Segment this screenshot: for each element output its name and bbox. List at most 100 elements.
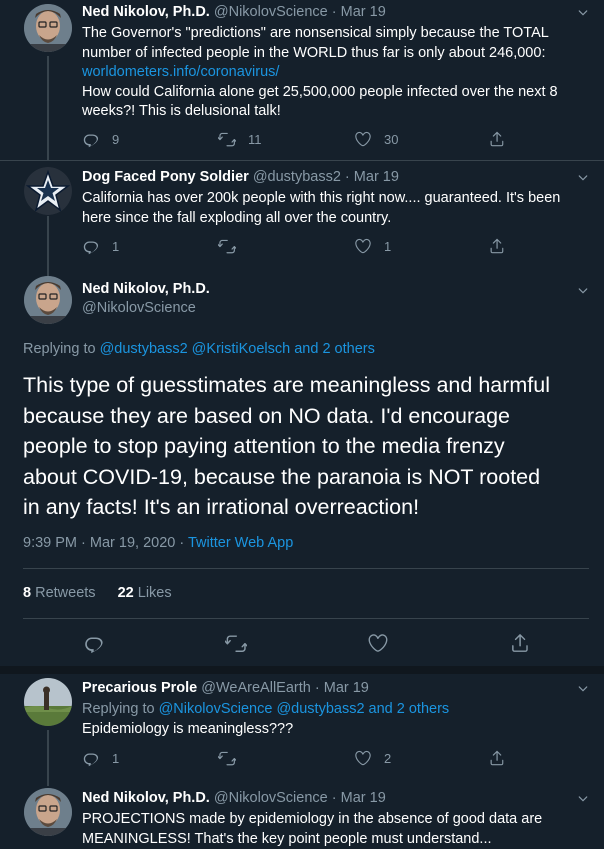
like-button[interactable]: 30	[354, 129, 398, 149]
heart-icon	[354, 130, 372, 148]
handle[interactable]: @NikolovScience	[214, 790, 328, 806]
chevron-down-icon[interactable]	[578, 286, 588, 296]
reply-button[interactable]: 1	[82, 748, 119, 768]
replying-targets[interactable]: @NikolovScience @dustybass2 and 2 others	[159, 701, 450, 717]
heart-icon[interactable]	[367, 632, 389, 654]
avatar[interactable]	[24, 276, 72, 324]
share-icon	[488, 237, 506, 255]
tweet-ned-1[interactable]: Ned Nikolov, Ph.D. @NikolovScience · Mar…	[0, 0, 604, 160]
tweet-date[interactable]: Mar 19	[354, 169, 399, 185]
replying-prefix: Replying to	[23, 341, 100, 357]
tweet-header: Precarious Prole @WeAreAllEarth · Mar 19	[82, 680, 369, 696]
text-line: How could California alone get 25,500,00…	[82, 83, 587, 103]
avatar[interactable]	[24, 678, 72, 726]
reply-count: 1	[112, 751, 119, 766]
retweets-stat[interactable]: 8 Retweets	[23, 585, 96, 601]
main-tweet: Ned Nikolov, Ph.D. @NikolovScience Reply…	[0, 262, 604, 664]
timestamp[interactable]: 9:39 PM · Mar 19, 2020 ·	[23, 535, 188, 551]
handle[interactable]: @dustybass2	[253, 169, 341, 185]
tweet-text: The Governor's "predictions" are nonsens…	[82, 24, 587, 122]
handle[interactable]: @WeAreAllEarth	[201, 680, 311, 696]
text-line: MEANINGLESS! That's the key point people…	[82, 830, 587, 849]
text-line: in any facts! It's an irrational overrea…	[23, 492, 593, 523]
reply-icon	[82, 237, 100, 255]
reply-count: 1	[112, 239, 119, 254]
chevron-down-icon[interactable]	[578, 8, 588, 18]
text-line: about COVID-19, because the paranoia is …	[23, 462, 593, 493]
tweet-actions: 1 2	[82, 748, 512, 768]
main-tweet-text: This type of guesstimates are meaningles…	[23, 370, 593, 523]
tweet-header: Ned Nikolov, Ph.D. @NikolovScience · Mar…	[82, 4, 386, 20]
replying-targets[interactable]: @dustybass2 @KristiKoelsch and 2 others	[100, 341, 375, 357]
reply-button[interactable]: 9	[82, 129, 119, 149]
separator: ·	[345, 169, 350, 185]
retweet-icon[interactable]	[225, 632, 247, 654]
retweet-button[interactable]: 11	[218, 129, 262, 149]
separator: ·	[332, 790, 337, 806]
reply-precarious-prole[interactable]: Precarious Prole @WeAreAllEarth · Mar 19…	[0, 674, 604, 780]
reply-icon[interactable]	[83, 632, 105, 654]
text-line: This type of guesstimates are meaningles…	[23, 370, 593, 401]
retweet-total: 8	[23, 585, 31, 601]
chevron-down-icon[interactable]	[578, 684, 588, 694]
separator: ·	[315, 680, 320, 696]
handle[interactable]: @NikolovScience	[82, 300, 210, 316]
text-line: California has over 200k people with thi…	[82, 189, 587, 209]
display-name[interactable]: Ned Nikolov, Ph.D.	[82, 4, 210, 20]
tweet-dog-faced[interactable]: Dog Faced Pony Soldier @dustybass2 · Mar…	[0, 161, 604, 262]
engagement-stats: 8 Retweets 22 Likes	[23, 585, 172, 601]
reply-icon	[82, 749, 100, 767]
share-icon[interactable]	[509, 632, 531, 654]
replying-to: Replying to @NikolovScience @dustybass2 …	[82, 700, 587, 720]
display-name[interactable]: Precarious Prole	[82, 680, 197, 696]
retweet-icon	[218, 237, 236, 255]
retweet-icon	[218, 130, 236, 148]
tweet-date[interactable]: Mar 19	[341, 790, 386, 806]
tweet-source[interactable]: Twitter Web App	[188, 535, 293, 551]
text-line: number of infected people in the WORLD t…	[82, 44, 587, 64]
like-button[interactable]: 1	[354, 236, 391, 256]
chevron-down-icon[interactable]	[578, 173, 588, 183]
reply-ned-2[interactable]: Ned Nikolov, Ph.D. @NikolovScience · Mar…	[0, 780, 604, 844]
text-line: The Governor's "predictions" are nonsens…	[82, 24, 587, 44]
retweet-icon	[218, 749, 236, 767]
tweet-header: Ned Nikolov, Ph.D. @NikolovScience · Mar…	[82, 790, 386, 806]
avatar[interactable]	[24, 4, 72, 52]
retweet-button[interactable]	[218, 748, 236, 768]
main-author[interactable]: Ned Nikolov, Ph.D. @NikolovScience	[82, 281, 210, 316]
retweet-count: 11	[248, 132, 262, 147]
text-line: people to stop paying attention to the m…	[23, 431, 593, 462]
display-name[interactable]: Dog Faced Pony Soldier	[82, 169, 249, 185]
avatar[interactable]	[24, 788, 72, 836]
like-total: 22	[118, 585, 134, 601]
tweet-date[interactable]: Mar 19	[324, 680, 369, 696]
text-line: because they are based on NO data. I'd e…	[23, 401, 593, 432]
handle[interactable]: @NikolovScience	[214, 4, 328, 20]
tweet-actions: 1 1	[82, 236, 512, 256]
tweet-actions: 9 11 30	[82, 129, 512, 149]
thread-line	[47, 730, 49, 786]
like-label: Likes	[138, 585, 172, 601]
display-name[interactable]: Ned Nikolov, Ph.D.	[82, 790, 210, 806]
reply-icon	[82, 130, 100, 148]
chevron-down-icon[interactable]	[578, 794, 588, 804]
reply-button[interactable]: 1	[82, 236, 119, 256]
tweet-header: Dog Faced Pony Soldier @dustybass2 · Mar…	[82, 169, 399, 185]
share-icon	[488, 130, 506, 148]
tweet-text: California has over 200k people with thi…	[82, 189, 587, 228]
avatar[interactable]	[24, 167, 72, 215]
retweet-button[interactable]	[218, 236, 236, 256]
divider	[23, 568, 589, 569]
share-button[interactable]	[488, 129, 506, 149]
display-name[interactable]: Ned Nikolov, Ph.D.	[82, 281, 210, 297]
likes-stat[interactable]: 22 Likes	[118, 585, 172, 601]
tweet-date[interactable]: Mar 19	[341, 4, 386, 20]
divider	[23, 618, 589, 619]
tweet-link[interactable]: worldometers.info/coronavirus/	[82, 63, 587, 83]
replying-prefix: Replying to	[82, 701, 159, 717]
tweet-body: Replying to @NikolovScience @dustybass2 …	[82, 700, 587, 739]
retweet-label: Retweets	[35, 585, 95, 601]
like-button[interactable]: 2	[354, 748, 391, 768]
share-button[interactable]	[488, 748, 506, 768]
share-button[interactable]	[488, 236, 506, 256]
